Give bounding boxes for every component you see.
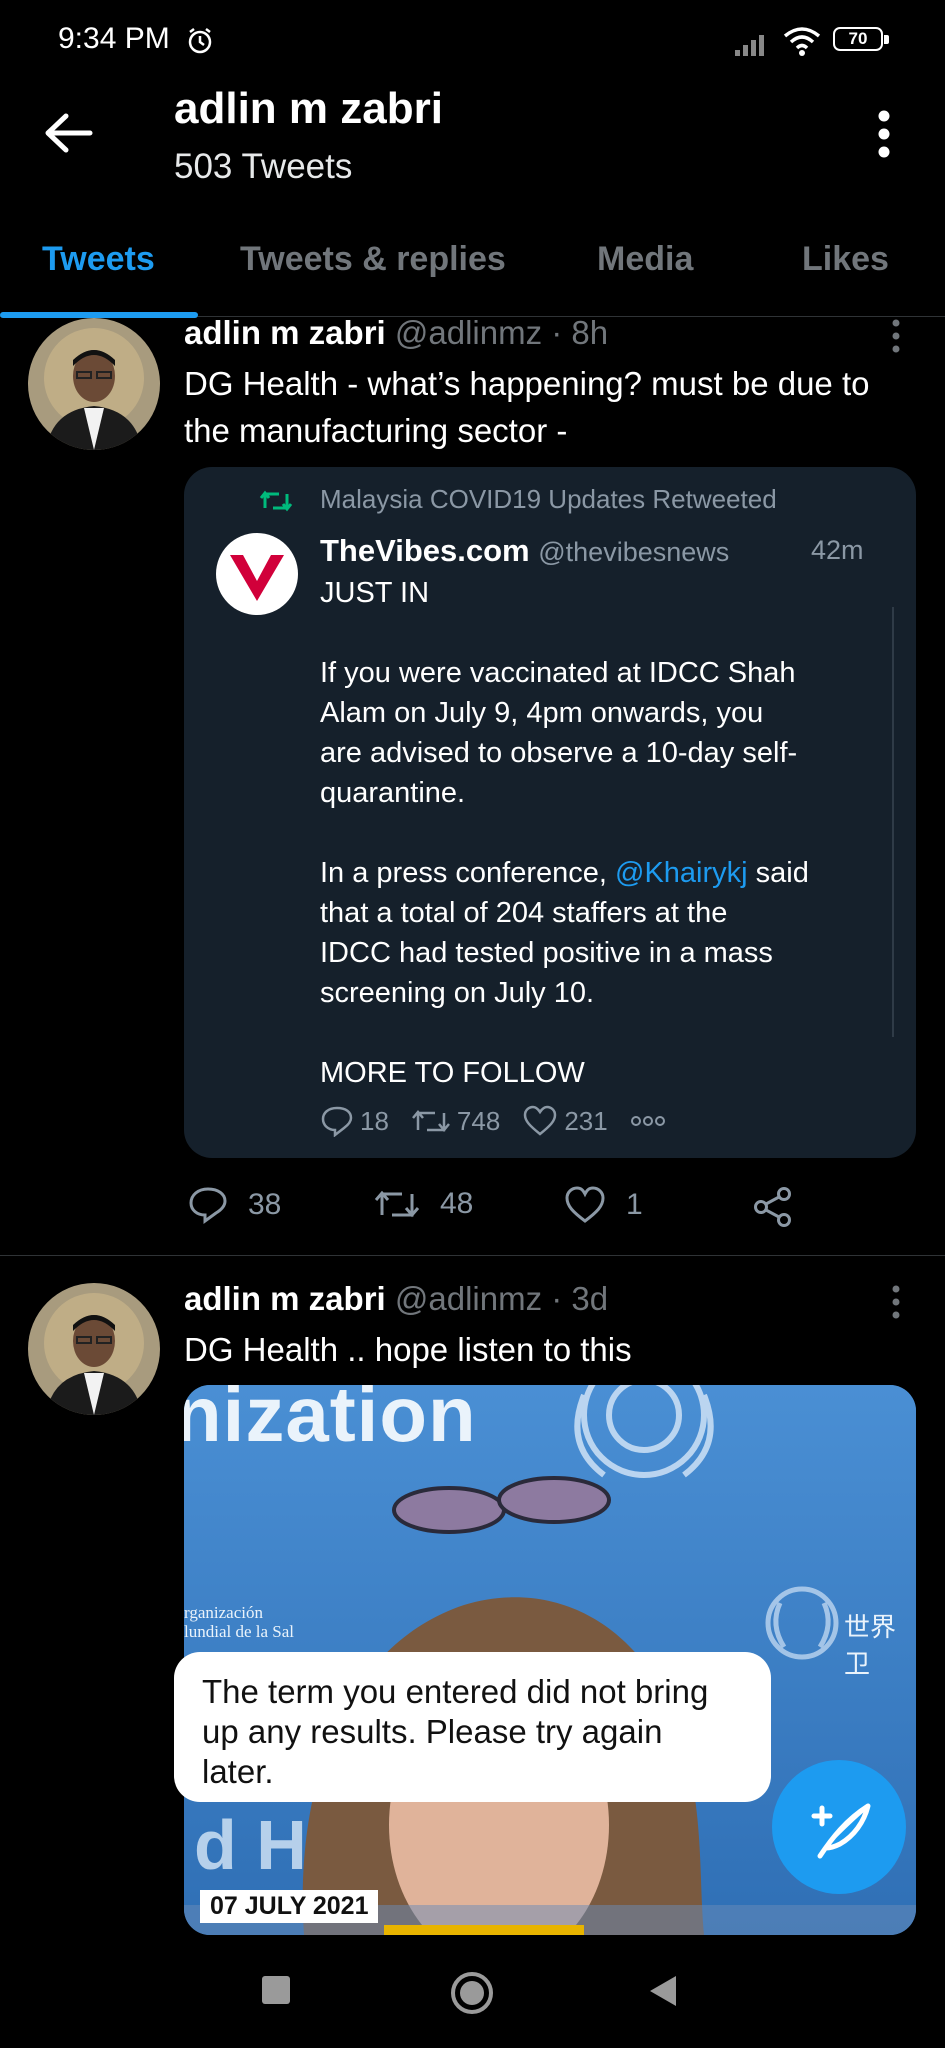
date-badge: 07 JULY 2021	[200, 1890, 379, 1923]
retweet-button[interactable]: 48	[374, 1186, 473, 1222]
active-tab-indicator	[0, 312, 198, 318]
like-button[interactable]: 1	[564, 1186, 643, 1224]
side-text: rganización lundial de la Sal	[184, 1603, 295, 1641]
home-icon[interactable]	[449, 1970, 495, 2016]
tweet-more-icon[interactable]	[878, 318, 914, 354]
tweet-count: 503 Tweets	[174, 147, 353, 186]
compose-feather-icon	[811, 1803, 871, 1859]
reply-icon	[321, 1106, 353, 1137]
system-nav-bar	[0, 1935, 945, 2048]
back-arrow-icon[interactable]	[40, 108, 96, 158]
tweet-header: adlin m zabri @adlinmz · 8h	[184, 314, 608, 352]
tab-media[interactable]: Media	[597, 240, 693, 279]
logo-text: 世界卫	[844, 1612, 897, 1679]
retweet-icon	[259, 490, 293, 512]
status-time: 9:34 PM	[58, 22, 170, 55]
toast-message: The term you entered did not bring up an…	[174, 1652, 771, 1802]
more-options-icon[interactable]	[860, 108, 908, 160]
battery-level: 70	[833, 27, 883, 51]
mention-link: @Khairykj	[615, 857, 748, 889]
reply-icon	[189, 1187, 227, 1224]
tweet-more-icon[interactable]	[878, 1284, 914, 1320]
back-nav-icon[interactable]	[648, 1974, 678, 2008]
tab-tweets-replies[interactable]: Tweets & replies	[240, 240, 506, 279]
avatar[interactable]	[28, 318, 160, 450]
quoted-screenshot[interactable]: Malaysia COVID19 Updates Retweeted TheVi…	[184, 467, 916, 1158]
handle-time: @adlinmz · 3d	[394, 1280, 609, 1317]
reply-button[interactable]: 38	[188, 1186, 281, 1224]
author-name[interactable]: adlin m zabri	[184, 1280, 386, 1317]
recent-apps-icon[interactable]	[262, 1976, 290, 2004]
source-time: 42m	[811, 535, 864, 565]
profile-tabs: Tweets Tweets & replies Media Likes	[0, 228, 945, 318]
author-name[interactable]: adlin m zabri	[184, 314, 386, 351]
wifi-icon	[783, 27, 821, 56]
heart-icon	[524, 1105, 557, 1136]
tweet-header: adlin m zabri @adlinmz · 3d	[184, 1280, 608, 1318]
quoted-stats: 18 748 231	[320, 1105, 666, 1137]
share-icon[interactable]	[752, 1186, 794, 1228]
more-dots-icon	[630, 1116, 665, 1126]
alarm-icon	[188, 28, 212, 54]
tweet-text: DG Health .. hope listen to this	[184, 1331, 632, 1368]
tweet-divider	[0, 1255, 945, 1256]
compose-tweet-button[interactable]	[772, 1760, 906, 1894]
thevibes-logo-icon	[216, 533, 298, 615]
signal-icon	[735, 35, 764, 56]
lower-banner-text: d H	[194, 1806, 307, 1884]
tab-likes[interactable]: Likes	[802, 240, 889, 279]
heart-icon	[565, 1186, 605, 1223]
profile-name: adlin m zabri	[174, 84, 443, 133]
tab-tweets[interactable]: Tweets	[42, 240, 155, 279]
handle-time: @adlinmz · 8h	[394, 314, 609, 351]
retweet-icon	[411, 1110, 450, 1132]
avatar[interactable]	[28, 1283, 160, 1415]
tweet-text: DG Health - what’s happening? must be du…	[184, 365, 870, 449]
quoted-text: JUST IN If you were vaccinated at IDCC S…	[320, 577, 809, 1089]
battery-indicator: 70	[833, 27, 893, 55]
source-name: TheVibes.com	[320, 533, 530, 568]
retweeted-by: Malaysia COVID19 Updates Retweeted	[320, 484, 777, 514]
source-handle: @thevibesnews	[538, 537, 730, 567]
retweet-icon	[374, 1190, 420, 1218]
banner-text: nization	[184, 1385, 477, 1458]
